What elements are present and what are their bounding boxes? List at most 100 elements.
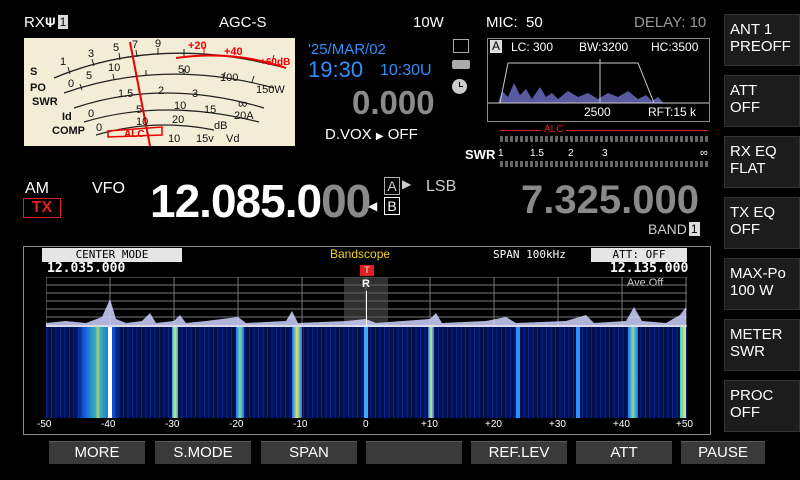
mode-display[interactable]: AM (25, 180, 49, 198)
ant-button[interactable]: ANT 1 PREOFF (724, 14, 800, 66)
tx-marker-label: T (364, 265, 370, 275)
scope-tick: -20 (229, 419, 244, 430)
att-side-button[interactable]: ATT OFF (724, 75, 800, 127)
analog-meter[interactable]: S PO SWR Id COMP 1 3 5 7 9 +20 +40 +60dB… (24, 38, 295, 146)
att-bottom-button[interactable]: ATT (576, 441, 672, 464)
meter-button[interactable]: METER SWR (724, 319, 800, 371)
arrow-right-icon: ▶ (402, 177, 412, 191)
filter-display[interactable]: A LC: 300 BW:3200 HC:3500 2500 RFT:15 k (487, 38, 710, 122)
mic-label: MIC: (486, 14, 518, 31)
local-time: 19:30 (308, 57, 364, 82)
scope-tick: 0 (363, 419, 369, 430)
filter-spectrum (488, 59, 709, 104)
meter-comp-tick: 20 (172, 114, 185, 126)
meter-s-label: S (30, 66, 38, 78)
date-display: '25/MAR/02 (308, 41, 386, 58)
scope-freq-right: 12.135.000 (610, 261, 689, 276)
meter-alc-label: ALC (124, 129, 145, 140)
scope-tick: +40 (613, 419, 630, 430)
filter-rft: RFT:15 k (648, 105, 697, 119)
rx-number: 1 (57, 15, 69, 29)
scope-tick: -10 (293, 419, 308, 430)
scope-tick: +10 (421, 419, 438, 430)
span-button[interactable]: SPAN (261, 441, 357, 464)
utc-time: 10:30U (380, 62, 432, 79)
swr-tick: 2 (568, 148, 574, 159)
meter-s-plus: +40 (224, 46, 243, 58)
meter-s-plus: +60dB (260, 57, 291, 68)
meter-swr-tick: ∞ (238, 96, 248, 111)
more-button[interactable]: MORE (49, 441, 145, 464)
waterfall[interactable] (46, 327, 687, 418)
meter-swr-label: SWR (32, 96, 58, 108)
meter-s-tick: 3 (88, 48, 95, 60)
meter-po-tick: 50 (178, 64, 191, 76)
meter-swr-tick: 3 (192, 88, 199, 100)
meter-vd-tick: 15v (196, 133, 214, 145)
scope-tick: +50 (676, 419, 693, 430)
tx-marker[interactable]: T (360, 265, 374, 276)
sub-frequency[interactable]: 7.325.000 (521, 178, 699, 223)
filter-tag: A (490, 39, 502, 53)
main-frequency-dim: 00 (321, 175, 371, 227)
tx-indicator: TX (23, 198, 61, 218)
rx-eq-button[interactable]: RX EQ FLAT (724, 136, 800, 188)
band-number: 1 (688, 222, 700, 236)
swr-tick: 3 (602, 148, 608, 159)
vfo-label: VFO (92, 180, 125, 197)
ref-level-button[interactable]: REF.LEV (471, 441, 567, 464)
blank-button[interactable] (366, 441, 462, 464)
usb-icon (452, 60, 470, 69)
pause-button[interactable]: PAUSE (681, 441, 765, 464)
meter-swr-tick: 2 (158, 85, 165, 97)
scope-span: SPAN 100kHz (493, 248, 566, 261)
mic-value: 50 (526, 14, 543, 31)
meter-id-tick: 5 (136, 104, 143, 116)
alc-line (500, 130, 708, 131)
bandscope[interactable]: CENTER MODE Bandscope SPAN 100kHz ATT: O… (23, 246, 711, 435)
meter-id-label: Id (62, 111, 72, 123)
offset-display: 0.000 (352, 84, 435, 121)
meter-comp-tick: 10 (136, 116, 149, 128)
proc-button[interactable]: PROC OFF (724, 380, 800, 432)
main-frequency[interactable]: 12.085.000 (150, 174, 371, 228)
vfo-a-tag: A (384, 177, 400, 195)
scope-tick: +20 (485, 419, 502, 430)
meter-vd-tick: Vd (226, 133, 240, 145)
scope-freq-left: 12.035.000 (47, 261, 126, 276)
filter-bw: BW:3200 (579, 40, 629, 54)
filter-center: 2500 (584, 105, 611, 119)
meter-swr-tick: 1.5 (118, 88, 134, 100)
rx-marker[interactable]: R (362, 278, 370, 290)
meter-s-tick: 5 (113, 42, 120, 54)
meter-id-tick: 15 (204, 104, 217, 116)
meter-po-tick: 150W (256, 84, 285, 96)
meter-po-label: PO (30, 82, 46, 94)
swr-bar (500, 161, 708, 167)
alc-label: ALC (541, 124, 567, 135)
dvox-indicator[interactable]: D.VOX ▶ OFF (325, 126, 418, 143)
max-po-button[interactable]: MAX-Po 100 W (724, 258, 800, 310)
dvox-label: D.VOX (325, 126, 372, 143)
main-frequency-digits: 12.085.0 (150, 175, 322, 227)
meter-comp-label: COMP (52, 125, 85, 137)
band-indicator: BAND 1 (648, 221, 700, 237)
meter-po-tick: 0 (68, 78, 75, 90)
scope-mode[interactable]: CENTER MODE (42, 248, 182, 262)
swr-label: SWR (465, 147, 496, 162)
agc-indicator: AGC-S (219, 14, 267, 31)
meter-vd-tick: 10 (168, 133, 181, 145)
meter-s-plus: +20 (188, 40, 207, 52)
scope-title: Bandscope (330, 247, 391, 261)
swr-tick: 1 (498, 148, 504, 159)
meter-s-tick: 7 (132, 39, 139, 51)
mic-indicator: MIC: 50 (486, 14, 543, 31)
smode-button[interactable]: S.MODE (155, 441, 251, 464)
meter-id-tick: 20A (234, 110, 254, 122)
scope-att[interactable]: ATT: OFF (591, 248, 687, 262)
delay-indicator: DELAY: 10 (634, 14, 707, 31)
meter-id-tick: 10 (174, 100, 187, 112)
filter-hc: HC:3500 (651, 40, 699, 54)
meter-s-tick: 9 (155, 38, 162, 50)
tx-eq-button[interactable]: TX EQ OFF (724, 197, 800, 249)
